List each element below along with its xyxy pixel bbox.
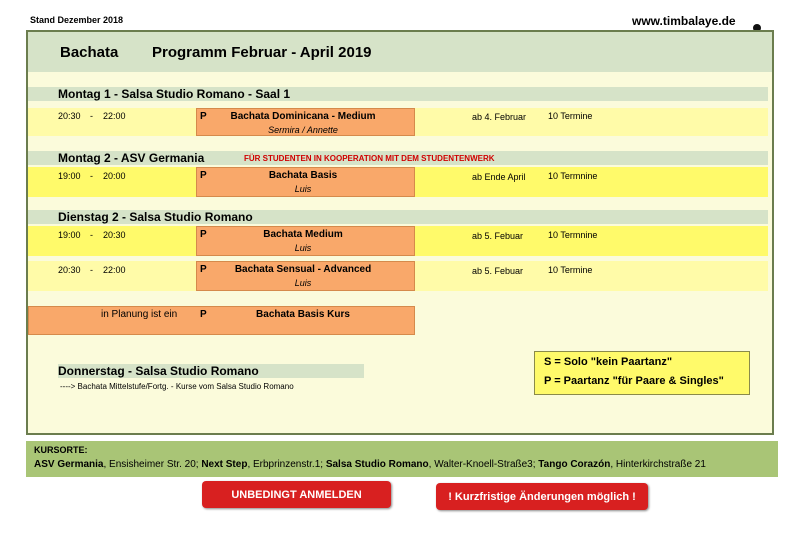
course-start: 19:00 <box>58 230 81 240</box>
legend-paar: P = Paartanz "für Paare & Singles" <box>544 375 724 387</box>
course-from: ab Ende April <box>472 172 526 182</box>
course-trainer: Sermira / Annette <box>268 125 338 135</box>
course-count: 10 Termine <box>548 265 593 275</box>
venue-address: Erbprinzenstr.1; <box>253 459 324 470</box>
stand-date: Stand Dezember 2018 <box>30 15 124 25</box>
planning-course: Bachata Basis Kurs <box>256 309 350 320</box>
venue-address: Hinterkirchstraße 21 <box>615 459 706 470</box>
course-end: 22:00 <box>103 265 126 275</box>
course-name: Bachata Basis <box>268 170 338 181</box>
section-label: Donnerstag - Salsa Studio Romano <box>58 364 259 378</box>
course-name: Bachata Sensual - Advanced <box>234 264 372 275</box>
changes-notice-button[interactable]: ! Kurzfristige Änderungen möglich ! <box>436 483 648 510</box>
course-dash: - <box>90 230 93 240</box>
page-title: Programm Februar - April 2019 <box>152 44 372 61</box>
venue-name: ASV Germania <box>34 459 104 470</box>
course-type: P <box>200 111 207 122</box>
course-dash: - <box>90 111 93 121</box>
section-label: Montag 1 - Salsa Studio Romano - Saal 1 <box>58 87 291 101</box>
legend-solo: S = Solo "kein Paartanz" <box>544 356 673 368</box>
kursorte-list: ASV Germania, Ensisheimer Str. 20; Next … <box>34 459 706 470</box>
donnerstag-note: ----> Bachata Mittelstufe/Fortg. - Kurse… <box>60 382 294 391</box>
section-label: Montag 2 - ASV Germania <box>58 151 205 165</box>
course-name: Bachata Dominicana - Medium <box>230 111 376 122</box>
course-count: 10 Termnine <box>548 230 598 240</box>
course-trainer: Luis <box>294 278 312 288</box>
planning-type: P <box>200 309 207 320</box>
course-start: 20:30 <box>58 111 81 121</box>
planning-label: in Planung ist ein <box>101 309 178 320</box>
course-count: 10 Termine <box>548 111 593 121</box>
course-count: 10 Termnine <box>548 171 598 181</box>
course-end: 20:00 <box>103 171 126 181</box>
venue-name: Salsa Studio Romano <box>325 459 429 470</box>
course-type: P <box>200 264 207 275</box>
section-note: FÜR STUDENTEN IN KOOPERATION MIT DEM STU… <box>244 154 495 163</box>
program-header <box>28 32 772 72</box>
course-from: ab 5. Febuar <box>472 266 524 276</box>
course-end: 22:00 <box>103 111 126 121</box>
course-type: P <box>200 170 207 181</box>
course-name: Bachata Medium <box>263 229 343 240</box>
course-end: 20:30 <box>103 230 126 240</box>
kursorte-heading: KURSORTE: <box>34 445 88 455</box>
course-start: 20:30 <box>58 265 81 275</box>
course-type: P <box>200 229 207 240</box>
course-trainer: Luis <box>294 243 312 253</box>
course-from: ab 5. Febuar <box>472 231 524 241</box>
venue-name: Tango Corazón <box>538 459 611 470</box>
dance-style: Bachata <box>60 44 119 61</box>
venue-address: Walter-Knoell-Straße3; <box>434 459 536 470</box>
section-label: Dienstag 2 - Salsa Studio Romano <box>58 210 253 224</box>
course-from: ab 4. Februar <box>472 112 527 122</box>
register-button[interactable]: UNBEDINGT ANMELDEN <box>202 481 391 508</box>
venue-name: Next Step <box>201 459 248 470</box>
course-start: 19:00 <box>58 171 81 181</box>
course-dash: - <box>90 265 93 275</box>
venue-address: Ensisheimer Str. 20; <box>109 459 199 470</box>
course-trainer: Luis <box>294 184 312 194</box>
course-dash: - <box>90 171 93 181</box>
